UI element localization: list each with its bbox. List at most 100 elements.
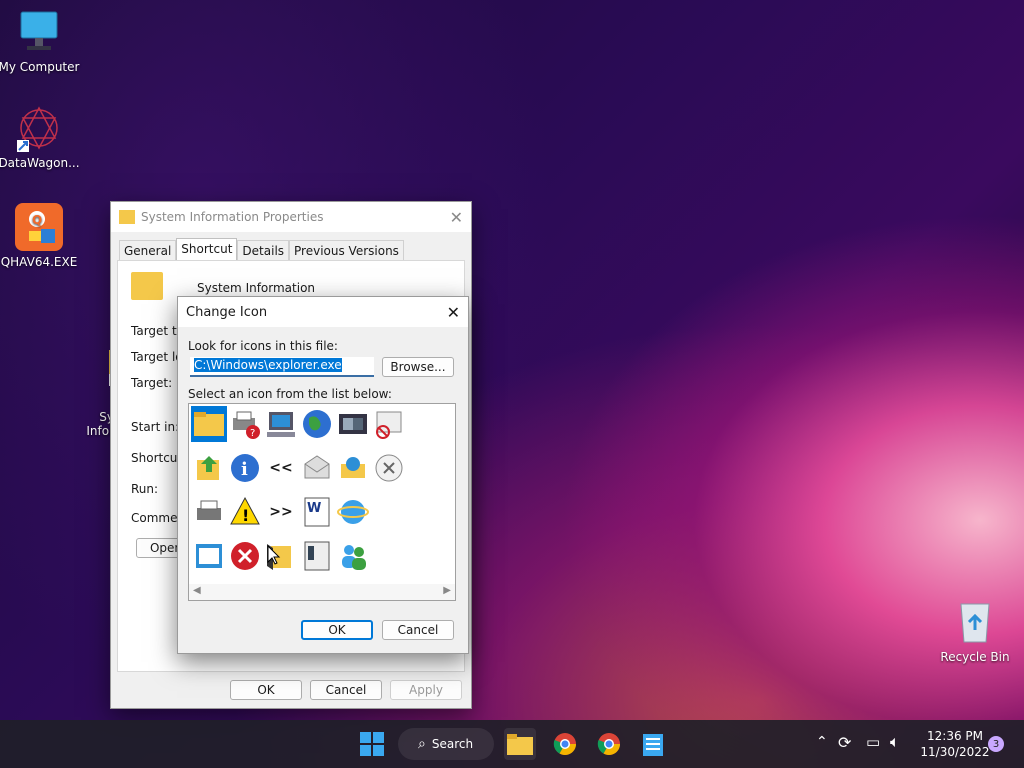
datawagon-icon	[15, 104, 63, 152]
network-icon[interactable]: ▭	[866, 733, 880, 751]
monitor-icon	[15, 8, 63, 56]
folder-icon	[119, 210, 135, 224]
file-explorer-button[interactable]	[504, 728, 536, 760]
scroll-right-icon[interactable]: ▶	[443, 585, 451, 596]
shortcut-folder-icon	[131, 272, 163, 300]
word-document-icon[interactable]: W	[299, 494, 335, 530]
printer-icon[interactable]	[191, 494, 227, 530]
tab-shortcut[interactable]: Shortcut	[176, 238, 238, 261]
desktop-icon-system-info[interactable]: Sy Infor	[58, 302, 132, 452]
tab-previous-versions-label: Previous Versions	[294, 244, 399, 258]
chrome-button-2[interactable]	[593, 728, 625, 760]
file-path-value: C:\Windows\explorer.exe	[194, 358, 342, 372]
svg-text:Q: Q	[32, 213, 42, 227]
desktop-icon-recycle-bin[interactable]: Recycle Bin	[930, 598, 1020, 664]
info-icon[interactable]: i	[227, 450, 263, 486]
no-entry-window-icon[interactable]	[371, 406, 407, 442]
app-name: System Information	[197, 281, 316, 295]
tab-details-label: Details	[242, 244, 285, 258]
desktop-icon-label: DataWagon...	[0, 156, 80, 170]
windows-icon[interactable]	[335, 406, 371, 442]
mouse-cursor-icon	[267, 545, 281, 565]
tab-details[interactable]: Details	[237, 240, 290, 261]
desktop-icon-label: Recycle Bin	[940, 650, 1010, 664]
notification-count: 3	[992, 738, 1000, 750]
svg-text:!: !	[242, 506, 249, 525]
list-label: Select an icon from the list below:	[188, 387, 392, 401]
warning-icon[interactable]: !	[227, 494, 263, 530]
horizontal-scrollbar[interactable]: ◀ ▶	[189, 584, 455, 600]
properties-ok-button[interactable]: OK	[230, 680, 302, 700]
notepad-button[interactable]	[637, 728, 669, 760]
search-icon: ⌕	[418, 736, 426, 752]
folder-up-icon[interactable]	[191, 450, 227, 486]
qhav-app-icon: Q	[15, 203, 63, 251]
change-icon-dialog: Change Icon ✕ Look for icons in this fil…	[177, 296, 469, 654]
start-button[interactable]	[356, 728, 388, 760]
back-arrows-icon[interactable]: <<	[263, 450, 299, 486]
printer-error-icon[interactable]: ?	[227, 406, 263, 442]
empty-cell	[371, 494, 407, 530]
mail-icon[interactable]	[299, 450, 335, 486]
file-label: Look for icons in this file:	[188, 339, 338, 353]
server-list-icon[interactable]	[299, 538, 335, 574]
file-path-input[interactable]: C:\Windows\explorer.exe	[190, 357, 374, 377]
computer-icon[interactable]	[263, 406, 299, 442]
desktop-icon-label: Sy Infor	[86, 410, 114, 438]
svg-text:i: i	[241, 459, 248, 480]
error-icon[interactable]	[227, 538, 263, 574]
chrome-button[interactable]	[549, 728, 581, 760]
volume-icon[interactable]: 🔈︎	[890, 732, 900, 752]
globe-icon[interactable]	[299, 406, 335, 442]
properties-cancel-button[interactable]: Cancel	[310, 680, 382, 700]
network-share-icon[interactable]	[335, 450, 371, 486]
recycle-bin-icon	[951, 598, 999, 646]
close-circle-icon[interactable]	[371, 450, 407, 486]
change-icon-title: Change Icon	[186, 304, 268, 320]
chrome-icon	[597, 733, 620, 755]
date: 11/30/2022	[920, 745, 990, 759]
tab-shortcut-label: Shortcut	[181, 242, 233, 256]
desktop-icon-label: My Computer	[0, 60, 80, 74]
svg-text:?: ?	[250, 428, 255, 439]
sync-icon[interactable]: ⟳	[838, 733, 851, 752]
users-icon[interactable]	[335, 538, 371, 574]
edit-window-icon[interactable]	[191, 538, 227, 574]
field-target: Target:	[131, 376, 173, 390]
change-icon-ok-button[interactable]: OK	[301, 620, 373, 640]
time: 12:36 PM	[927, 729, 983, 743]
change-icon-cancel-button[interactable]: Cancel	[382, 620, 454, 640]
desktop-icon-label: QHAV64.EXE	[0, 255, 78, 269]
search-label: Search	[431, 737, 474, 751]
field-run: Run:	[131, 482, 159, 496]
close-icon[interactable]: ✕	[447, 303, 460, 322]
svg-text:W: W	[307, 501, 321, 516]
tab-general[interactable]: General	[119, 240, 177, 261]
notepad-icon	[643, 734, 663, 756]
tab-previous-versions[interactable]: Previous Versions	[289, 240, 404, 261]
tab-general-label: General	[124, 244, 172, 258]
internet-icon[interactable]	[335, 494, 371, 530]
desktop-icon-my-computer[interactable]: My Computer	[0, 8, 84, 74]
folder-icon[interactable]	[191, 406, 227, 442]
properties-apply-button[interactable]: Apply	[390, 680, 462, 700]
field-start-in: Start in:	[131, 420, 180, 434]
notification-badge[interactable]: 3	[988, 736, 1004, 752]
chevron-up-icon[interactable]: ⌃	[816, 734, 828, 750]
browse-button[interactable]: Browse...	[382, 357, 454, 377]
search-button[interactable]: ⌕ Search	[398, 728, 494, 760]
folder-icon	[507, 734, 533, 755]
taskbar: ⌕ Search ⌃ ⟳ ▭ 🔈︎ 12:36 PM 11/30/2022 3	[0, 720, 1024, 768]
desktop-icon-datawagon[interactable]: DataWagon...	[0, 104, 84, 170]
chrome-icon	[553, 733, 576, 755]
forward-arrows-icon[interactable]: >>	[263, 494, 299, 530]
change-icon-titlebar[interactable]: Change Icon ✕	[178, 297, 468, 327]
properties-titlebar[interactable]: System Information Properties ✕	[111, 202, 471, 232]
desktop-icon-qhav64[interactable]: Q QHAV64.EXE	[0, 203, 84, 269]
scroll-left-icon[interactable]: ◀	[193, 585, 201, 596]
icon-list[interactable]: ? i << ! >> W ◀ ▶	[188, 403, 456, 601]
close-icon[interactable]: ✕	[450, 208, 463, 227]
properties-title: System Information Properties	[141, 210, 324, 224]
clock[interactable]: 12:36 PM 11/30/2022	[920, 728, 990, 760]
windows-logo-icon	[360, 732, 384, 756]
